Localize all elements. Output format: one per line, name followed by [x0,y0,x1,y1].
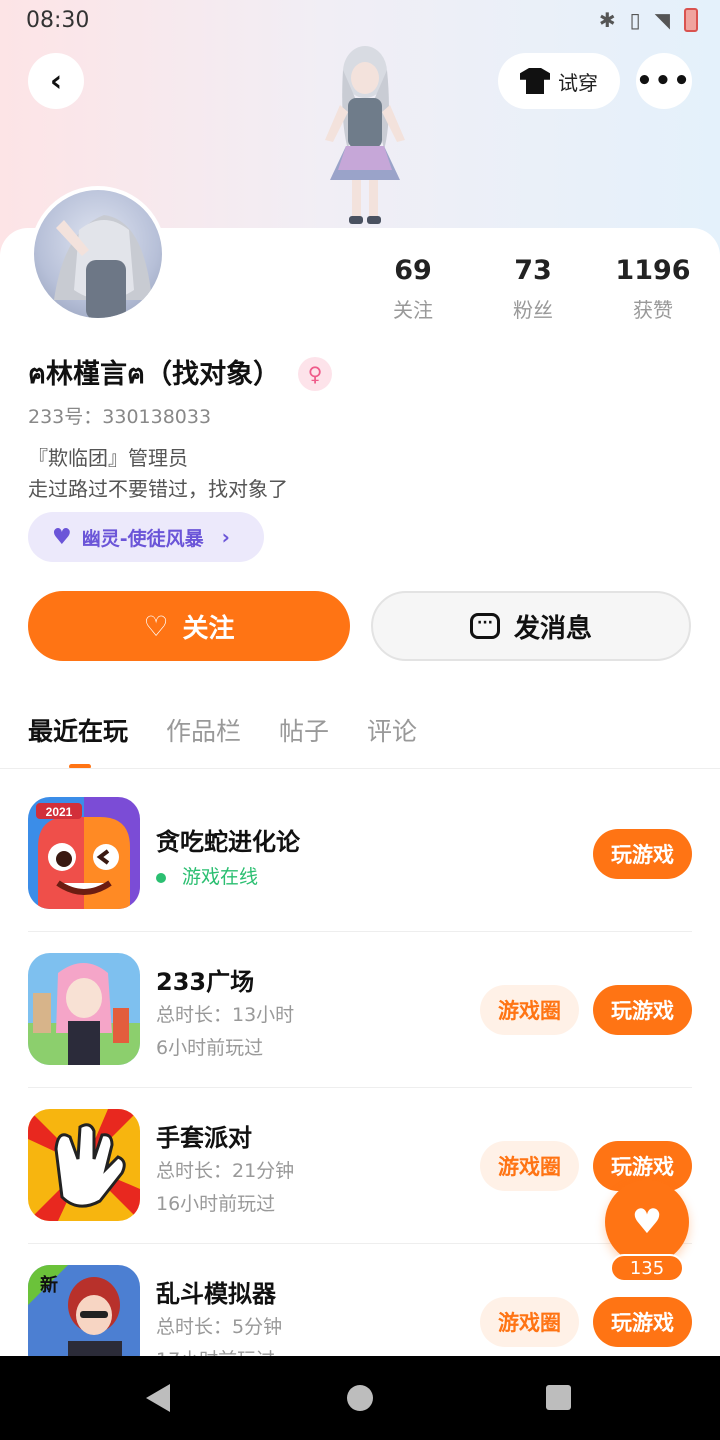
try-on-button[interactable]: 试穿 [498,53,620,109]
status-time: 08:30 [26,8,90,33]
stat-following[interactable]: 69 关注 [353,255,473,323]
like-count: 135 [610,1254,684,1282]
avatar-3d-figure[interactable] [300,40,430,230]
follow-button[interactable]: ♡ 关注 [28,591,350,661]
nav-recents-icon[interactable] [546,1385,571,1410]
game-row-glove-party[interactable]: 手套派对 总时长：21分钟 16小时前玩过 游戏圈 玩游戏 [28,1088,692,1244]
tab-works[interactable]: 作品栏 [166,712,241,748]
female-icon: ♀ [298,356,333,391]
play-game-button[interactable]: 玩游戏 [593,1297,692,1347]
game-title: 乱斗模拟器 [156,1280,276,1308]
message-label: 发消息 [513,613,592,644]
stat-fans-count: 73 [514,255,552,286]
stat-following-count: 69 [394,255,432,286]
chevron-right-icon: › [221,525,230,549]
try-on-label: 试穿 [558,70,598,95]
heart-icon: ♥ [52,524,72,550]
more-dots-icon: ••• [636,66,692,96]
stat-fans-label: 粉丝 [513,298,553,322]
chat-bubble-icon: ··· [469,613,500,639]
game-icon-233-plaza [28,953,140,1065]
tab-divider [0,768,720,769]
group-badge[interactable]: ♥ 幽灵-使徒风暴 › [28,512,264,562]
nickname-row: ฅ林槿言ฅ（找对象） ♀ [28,352,333,395]
game-circle-button[interactable]: 游戏圈 [480,1141,579,1191]
bio-line-1: 『欺临团』管理员 [28,446,188,470]
online-dot-icon [156,872,166,883]
follow-label: 关注 [182,613,235,644]
stat-likes-count: 1196 [615,255,691,286]
game-icon-snake: 2021 [28,797,140,909]
message-button[interactable]: ··· 发消息 [371,591,691,661]
heart-icon: ♥ [631,1202,663,1242]
profile-tabs: 最近在玩 作品栏 帖子 评论 [28,712,417,748]
game-duration: 总时长：13小时 [156,1004,295,1026]
stat-likes-label: 获赞 [633,298,673,322]
heart-plus-icon: ♡ [143,609,169,643]
nav-back-icon[interactable] [146,1384,170,1412]
game-title: 233广场 [156,968,255,996]
bio-line-2: 走过路过不要错过，找对象了 [28,477,288,501]
user-id: 233号：330138033 [28,406,212,428]
stat-likes[interactable]: 1196 获赞 [593,255,713,323]
stat-following-label: 关注 [393,298,433,322]
game-icon-glove-party [28,1109,140,1221]
stat-fans[interactable]: 73 粉丝 [473,255,593,323]
avatar[interactable] [30,186,166,322]
shirt-icon [520,68,550,94]
tab-comments[interactable]: 评论 [367,712,417,748]
group-badge-label: 幽灵-使徒风暴 [81,527,204,550]
game-row-snake[interactable]: 2021 贪吃蛇进化论 游戏在线 玩游戏 [28,776,692,932]
wifi-icon: ◥ [654,8,670,32]
status-icons: ✱ ▯ ◥ [599,8,698,32]
more-button[interactable]: ••• [636,53,692,109]
game-circle-button[interactable]: 游戏圈 [480,985,579,1035]
play-game-button[interactable]: 玩游戏 [593,829,692,879]
game-icon-snake-year: 2021 [46,805,73,819]
status-bar: 08:30 ✱ ▯ ◥ [0,0,720,44]
game-icon-brawl-new-tag: 新 [40,1274,58,1295]
game-online-status: 游戏在线 [156,862,258,889]
game-duration: 总时长：5分钟 [156,1316,283,1338]
system-nav-bar [0,1356,720,1440]
game-title: 手套派对 [156,1124,252,1152]
tab-posts[interactable]: 帖子 [279,712,329,748]
game-row-233-plaza[interactable]: 233广场 总时长：13小时 6小时前玩过 游戏圈 玩游戏 [28,932,692,1088]
game-last-played: 16小时前玩过 [156,1193,276,1215]
game-circle-button[interactable]: 游戏圈 [480,1297,579,1347]
online-status-label: 游戏在线 [182,866,259,888]
like-button[interactable]: ♥ [605,1180,689,1264]
nav-home-icon[interactable] [347,1385,373,1411]
battery-icon [684,8,698,32]
nickname: ฅ林槿言ฅ（找对象） [28,359,281,390]
play-game-button[interactable]: 玩游戏 [593,985,692,1035]
game-duration: 总时长：21分钟 [156,1160,295,1182]
game-last-played: 6小时前玩过 [156,1037,264,1059]
back-arrow-icon: ‹ [49,63,63,99]
vibrate-icon: ▯ [629,8,641,32]
bluetooth-icon: ✱ [598,8,616,32]
tab-recent-played[interactable]: 最近在玩 [28,712,128,748]
game-title: 贪吃蛇进化论 [156,828,300,856]
back-button[interactable]: ‹ [28,53,84,109]
